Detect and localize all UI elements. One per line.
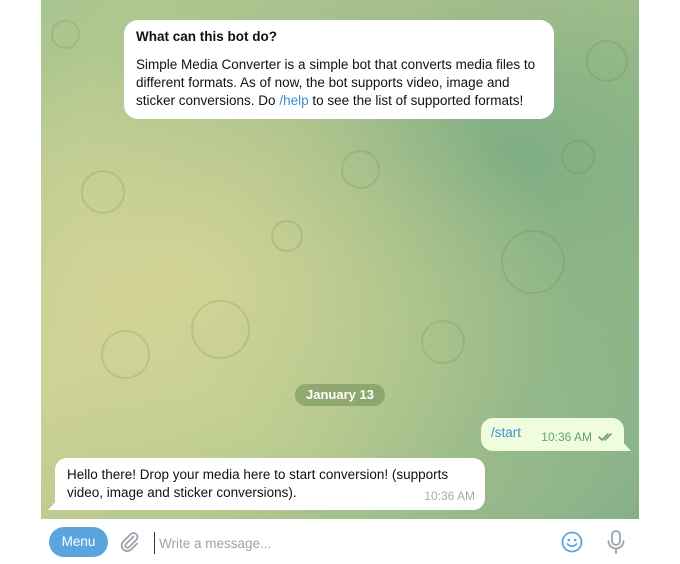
date-separator: January 13 <box>295 384 385 406</box>
help-command-link[interactable]: /help <box>279 93 308 108</box>
doodle-pattern <box>51 20 80 49</box>
incoming-text: Hello there! Drop your media here to sta… <box>67 467 449 500</box>
chat-background: What can this bot do? Simple Media Conve… <box>41 0 639 519</box>
menu-button[interactable]: Menu <box>49 527 108 557</box>
bot-intro-text-end: to see the list of supported formats! <box>308 93 524 108</box>
incoming-message[interactable]: Hello there! Drop your media here to sta… <box>48 458 485 510</box>
doodle-pattern <box>81 170 125 214</box>
message-input[interactable] <box>154 532 541 554</box>
paperclip-icon[interactable] <box>117 530 141 554</box>
outgoing-time: 10:36 AM <box>541 430 592 444</box>
bot-intro-bubble: What can this bot do? Simple Media Conve… <box>124 20 554 119</box>
smile-icon[interactable] <box>560 530 584 554</box>
doodle-pattern <box>421 320 465 364</box>
incoming-time: 10:36 AM <box>424 489 475 503</box>
doodle-pattern <box>271 220 303 252</box>
bot-intro-text: Simple Media Converter is a simple bot t… <box>136 56 542 110</box>
start-command-link[interactable]: /start <box>491 425 521 440</box>
doodle-pattern <box>586 40 628 82</box>
doodle-pattern <box>501 230 565 294</box>
microphone-icon[interactable] <box>604 529 628 555</box>
doodle-pattern <box>561 140 595 174</box>
message-composer: Menu <box>41 519 639 564</box>
doodle-pattern <box>341 150 380 189</box>
double-check-icon <box>598 433 612 441</box>
incoming-bubble-tail <box>48 500 57 510</box>
doodle-pattern <box>101 330 150 379</box>
doodle-pattern <box>191 300 250 359</box>
outgoing-message[interactable]: /start 10:36 AM <box>481 418 631 451</box>
bot-intro-title: What can this bot do? <box>136 29 277 44</box>
outgoing-bubble-tail <box>622 441 631 451</box>
outgoing-meta: 10:36 AM <box>541 428 616 446</box>
